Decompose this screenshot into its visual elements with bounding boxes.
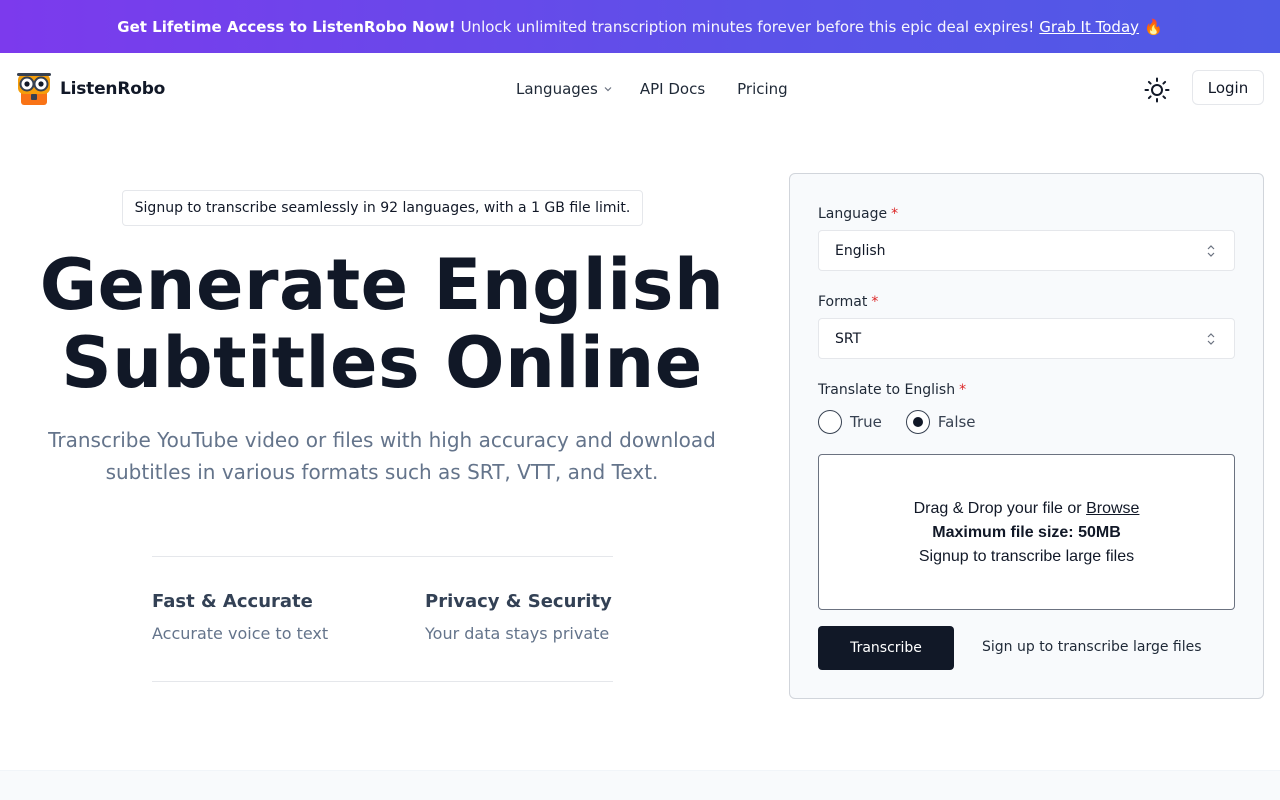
- features-section: Fast & Accurate Accurate voice to text P…: [152, 556, 613, 682]
- feature-description: Accurate voice to text: [152, 624, 329, 643]
- dropzone-line-1: Drag & Drop your file or Browse: [819, 497, 1234, 521]
- browse-link[interactable]: Browse: [1086, 500, 1139, 517]
- promo-message: Unlock unlimited transcription minutes f…: [460, 17, 1035, 36]
- required-marker: *: [891, 206, 899, 222]
- format-label-text: Format: [818, 294, 868, 310]
- language-select-value: English: [835, 242, 886, 259]
- radio-selected-dot: [912, 417, 923, 427]
- nav-api-docs-label: API Docs: [639, 80, 706, 98]
- promo-cta-link[interactable]: Grab It Today: [1039, 18, 1139, 36]
- signup-large-files-link[interactable]: Sign up to transcribe large files: [982, 639, 1202, 655]
- signup-info-pill: Signup to transcribe seamlessly in 92 la…: [122, 190, 643, 226]
- nav-languages-label: Languages: [516, 80, 598, 98]
- brand-logo-link[interactable]: ListenRobo: [16, 72, 165, 106]
- required-marker: *: [871, 294, 879, 310]
- nav-pricing[interactable]: Pricing: [737, 80, 788, 98]
- signup-info-text: Signup to transcribe seamlessly in 92 la…: [134, 200, 631, 216]
- sun-icon[interactable]: [1144, 77, 1170, 103]
- radio-true-label: True: [850, 413, 882, 431]
- file-dropzone[interactable]: Drag & Drop your file or Browse Maximum …: [818, 454, 1235, 610]
- translate-label-text: Translate to English: [818, 382, 956, 398]
- format-select-value: SRT: [835, 330, 862, 347]
- promo-banner: Get Lifetime Access to ListenRobo Now! U…: [0, 0, 1280, 53]
- language-select[interactable]: English: [818, 230, 1235, 271]
- feature-description: Your data stays private: [425, 624, 610, 643]
- chevron-up-down-icon: [1207, 245, 1215, 257]
- robot-logo-icon: [17, 73, 51, 105]
- language-label: Language *: [818, 206, 898, 222]
- chevron-up-down-icon: [1207, 333, 1215, 345]
- promo-headline: Get Lifetime Access to ListenRobo Now!: [117, 17, 456, 36]
- format-select[interactable]: SRT: [818, 318, 1235, 359]
- nav-pricing-label: Pricing: [737, 80, 788, 98]
- hero-subtitle: Transcribe YouTube video or files with h…: [48, 428, 716, 484]
- footer-section-edge: [0, 770, 1280, 800]
- radio-true[interactable]: True: [818, 410, 882, 434]
- nav-api-docs[interactable]: API Docs: [640, 80, 705, 98]
- radio-false-label: False: [937, 413, 976, 431]
- brand-name: ListenRobo: [60, 79, 166, 99]
- transcribe-form-panel: Language * English Format * SRT Translate …: [789, 173, 1264, 699]
- required-marker: *: [959, 382, 967, 398]
- feature-fast-accurate: Fast & Accurate Accurate voice to text: [152, 591, 328, 643]
- translate-radio-group: True False: [818, 410, 976, 434]
- nav-languages-dropdown[interactable]: Languages: [516, 80, 612, 98]
- title-line-2: Subtitles Online: [61, 322, 703, 404]
- login-button[interactable]: Login: [1192, 70, 1264, 105]
- main-nav: Languages API Docs Pricing: [516, 80, 788, 98]
- title-line-1: Generate English: [39, 244, 725, 326]
- language-label-text: Language: [818, 206, 888, 222]
- radio-true-circle[interactable]: [818, 410, 842, 434]
- feature-privacy-security: Privacy & Security Your data stays priva…: [425, 591, 612, 643]
- dropzone-hint: Signup to transcribe large files: [918, 548, 1135, 565]
- feature-title: Fast & Accurate: [152, 591, 313, 612]
- translate-label: Translate to English *: [818, 382, 966, 398]
- radio-false-circle[interactable]: [905, 410, 930, 434]
- radio-false[interactable]: False: [905, 410, 976, 434]
- chevron-down-icon: [604, 87, 612, 92]
- fire-icon: 🔥: [1144, 17, 1163, 36]
- max-file-size: Maximum file size: 50MB: [932, 524, 1121, 541]
- dropzone-prefix: Drag & Drop your file or: [913, 500, 1082, 517]
- transcribe-button[interactable]: Transcribe: [818, 626, 954, 670]
- page-title: Generate English Subtitles Online: [0, 246, 764, 402]
- feature-title: Privacy & Security: [425, 591, 612, 612]
- format-label: Format *: [818, 294, 878, 310]
